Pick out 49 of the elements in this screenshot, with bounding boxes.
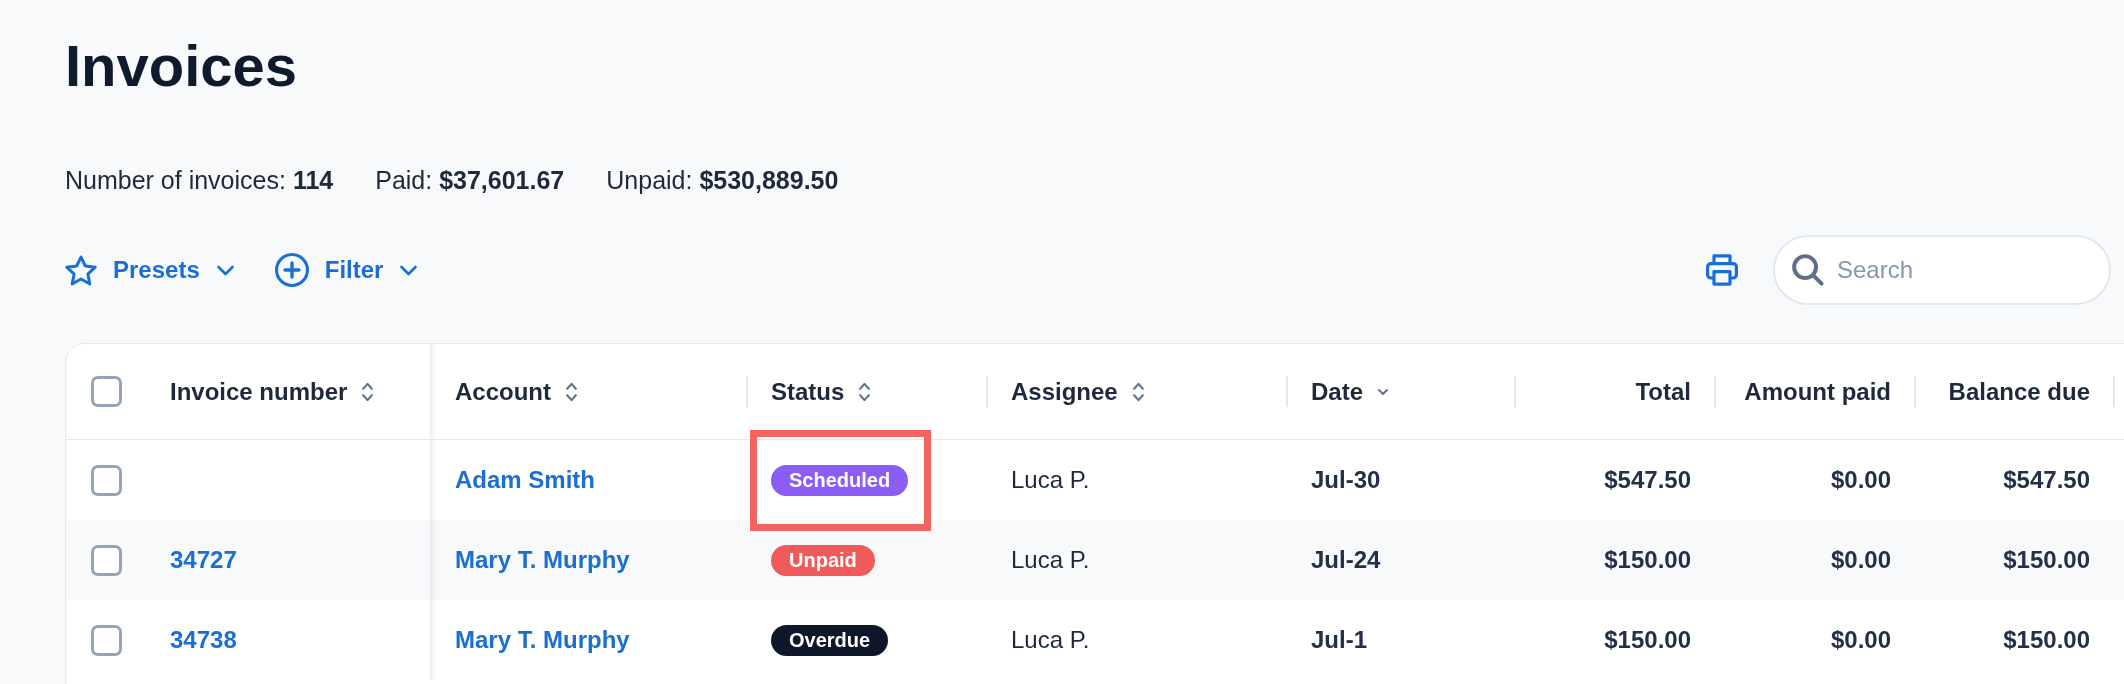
row-checkbox[interactable] <box>90 624 122 656</box>
column-header[interactable]: Date <box>1311 376 1390 407</box>
status-badge: Unpaid <box>771 544 875 576</box>
search-icon <box>1792 254 1824 286</box>
account-link[interactable]: Mary T. Murphy <box>455 545 630 575</box>
amount-cell: $150.00 <box>2003 545 2090 575</box>
summary-stat: Paid: $37,601.67 <box>375 165 565 196</box>
amount-cell: $150.00 <box>1604 625 1691 655</box>
column-header[interactable]: Invoice number <box>170 376 375 407</box>
invoice-link[interactable]: 34727 <box>170 545 237 575</box>
printer-icon <box>1706 254 1738 286</box>
amount-cell: $0.00 <box>1830 465 1891 495</box>
row-checkbox[interactable] <box>90 544 122 576</box>
invoice-link[interactable]: 34738 <box>170 625 237 655</box>
column-header[interactable]: Status <box>771 376 872 407</box>
assignee-name: Luca P. <box>1011 625 1090 655</box>
date-cell: Jul-24 <box>1311 545 1381 575</box>
amount-cell: $150.00 <box>2003 625 2090 655</box>
account-link[interactable]: Mary T. Murphy <box>455 625 630 655</box>
select-all-checkbox[interactable] <box>90 376 122 407</box>
status-badge: Overdue <box>771 624 889 656</box>
print-button[interactable] <box>1706 254 1738 286</box>
column-header[interactable]: Account <box>455 376 578 407</box>
summary-stat: Number of invoices: 114 <box>65 165 334 196</box>
date-cell: Jul-30 <box>1311 465 1381 495</box>
chevron-down-icon <box>399 264 419 276</box>
chevron-down-icon <box>215 264 235 276</box>
column-header: Balance due <box>1948 376 2090 407</box>
assignee-name: Luca P. <box>1011 545 1090 575</box>
status-badge: Scheduled <box>771 464 909 496</box>
amount-cell: $0.00 <box>1830 625 1891 655</box>
account-link[interactable]: Adam Smith <box>455 465 595 495</box>
column-header: Amount paid <box>1744 376 1891 407</box>
page-title: Invoices <box>65 37 299 95</box>
column-header: Total <box>1635 376 1691 407</box>
summary-stat: Unpaid: $530,889.50 <box>606 165 839 196</box>
amount-cell: $547.50 <box>1604 465 1691 495</box>
column-header[interactable]: Assignee <box>1011 376 1145 407</box>
presets-button[interactable]: Presets <box>65 254 235 286</box>
row-checkbox[interactable] <box>90 464 122 496</box>
date-cell: Jul-1 <box>1311 625 1367 655</box>
assignee-name: Luca P. <box>1011 465 1090 495</box>
amount-cell: $547.50 <box>2003 465 2090 495</box>
star-icon <box>65 254 97 286</box>
amount-cell: $150.00 <box>1604 545 1691 575</box>
filter-button[interactable]: Filter <box>274 253 419 287</box>
plus-circle-icon <box>274 253 309 287</box>
search-field[interactable]: Search <box>1773 235 2111 305</box>
amount-cell: $0.00 <box>1830 545 1891 575</box>
